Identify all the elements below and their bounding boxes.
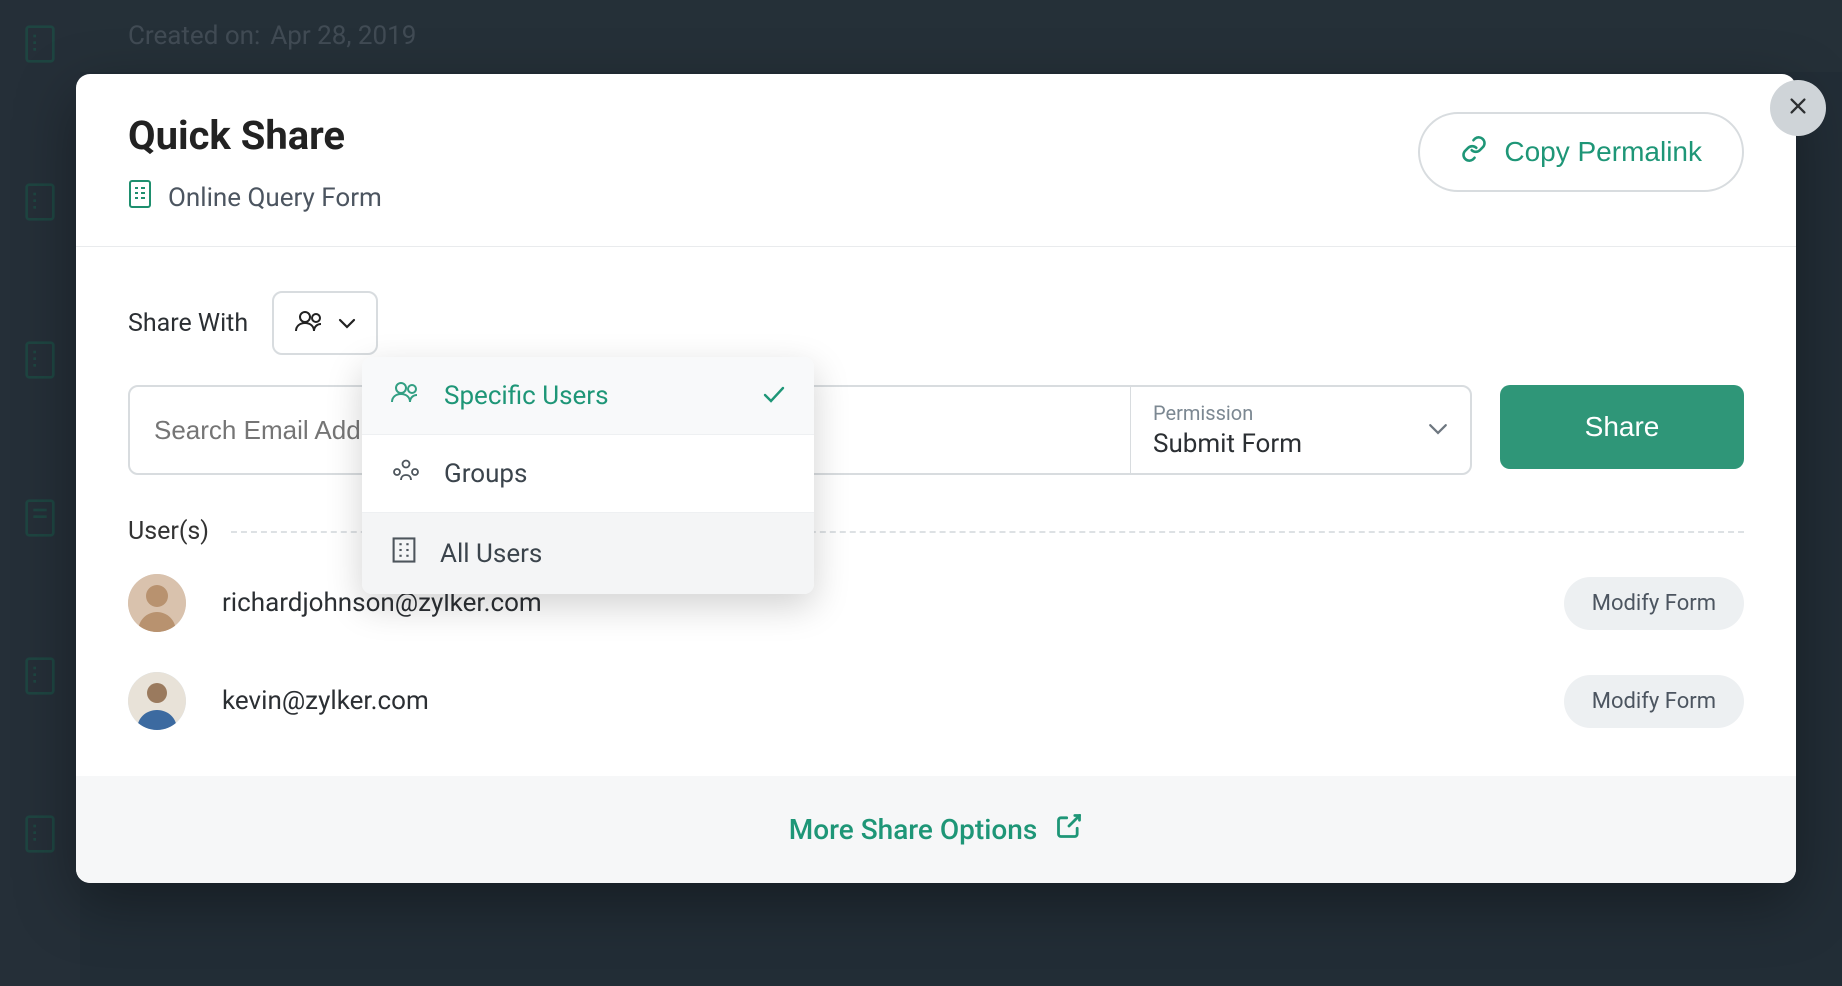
user-permission-badge[interactable]: Modify Form [1564,577,1744,630]
form-name: Online Query Form [168,183,382,213]
modal-body: Share With Specific Users [76,247,1796,760]
popover-item-label: Groups [444,459,527,489]
popover-item-groups[interactable]: Groups [362,434,814,512]
permission-label: Permission [1153,401,1448,425]
share-with-dropdown-button[interactable] [272,291,378,355]
modal-subtitle: Online Query Form [128,179,382,216]
popover-item-specific-users[interactable]: Specific Users [362,357,814,434]
quick-share-modal: Quick Share Online Query Form Copy Perma… [76,74,1796,883]
popover-item-label: Specific Users [444,381,609,411]
org-icon [390,535,418,572]
user-permission-badge[interactable]: Modify Form [1564,675,1744,728]
chevron-down-icon [1428,421,1448,440]
modal-header: Quick Share Online Query Form Copy Perma… [76,74,1796,247]
chevron-down-icon [338,314,356,333]
link-icon [1460,135,1488,170]
share-with-popover: Specific Users Groups All Users [362,357,814,594]
close-button[interactable] [1770,80,1826,136]
more-share-options-link[interactable]: More Share Options [789,812,1084,847]
share-with-row: Share With [128,291,1744,355]
avatar [128,672,186,730]
users-icon [390,379,422,412]
check-icon [762,381,786,411]
close-icon [1787,95,1809,121]
user-row: kevin@zylker.com Modify Form [128,652,1744,750]
users-heading-label: User(s) [128,517,209,546]
share-button-label: Share [1585,411,1660,442]
group-icon [390,457,422,490]
permission-value: Submit Form [1153,429,1448,459]
share-with-label: Share With [128,309,248,338]
users-icon [294,308,326,338]
modal-title: Quick Share [128,112,382,159]
avatar [128,574,186,632]
popover-item-label: All Users [440,539,542,569]
copy-permalink-label: Copy Permalink [1504,136,1702,168]
form-document-icon [128,179,152,216]
popover-item-all-users[interactable]: All Users [362,512,814,594]
copy-permalink-button[interactable]: Copy Permalink [1418,112,1744,192]
modal-footer: More Share Options [76,776,1796,883]
share-button[interactable]: Share [1500,385,1744,469]
external-link-icon [1055,812,1083,847]
permission-select[interactable]: Permission Submit Form [1130,387,1470,473]
user-email: kevin@zylker.com [222,686,429,716]
more-share-options-label: More Share Options [789,813,1038,846]
